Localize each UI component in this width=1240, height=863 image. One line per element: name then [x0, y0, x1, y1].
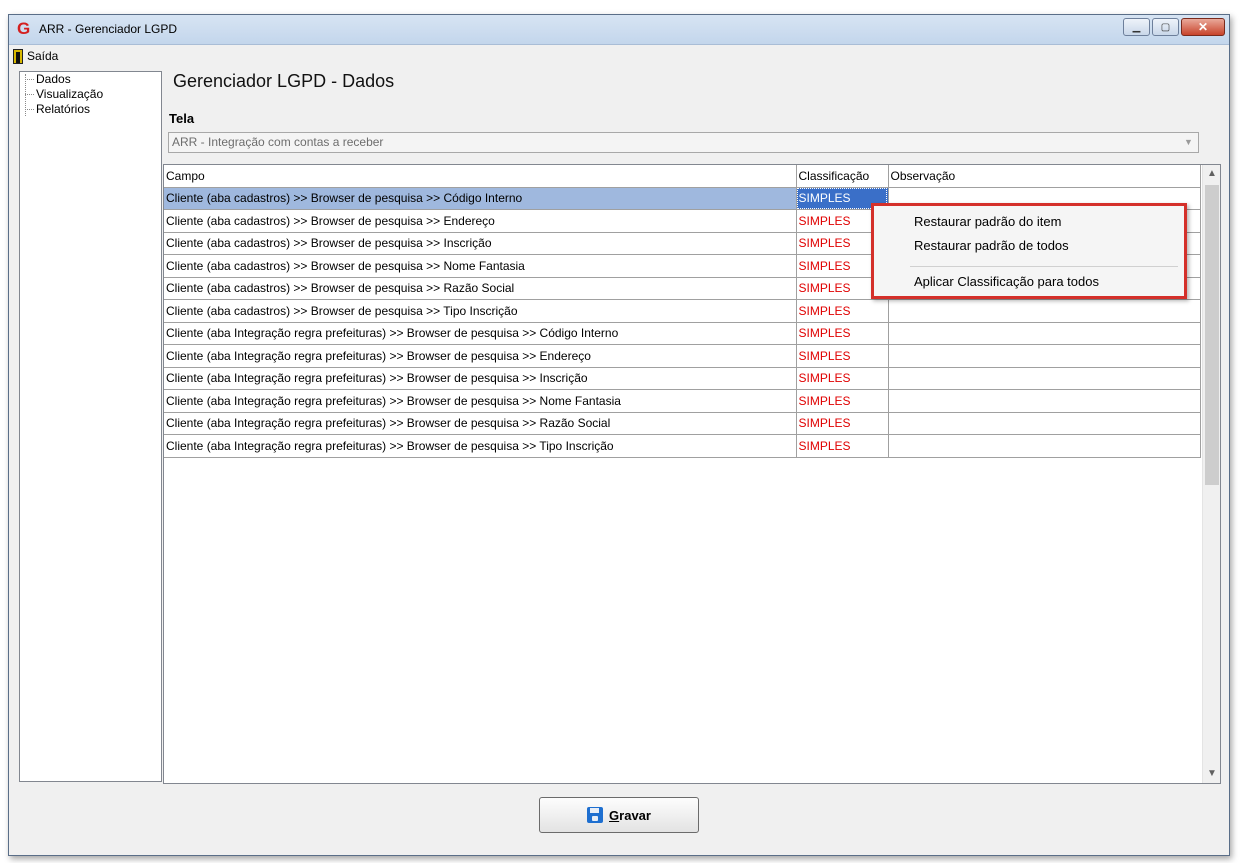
minimize-icon: ▁ [1132, 21, 1141, 33]
grid-header-row: Campo Classificação Observação [164, 165, 1201, 188]
cell-classificacao[interactable]: SIMPLES [796, 412, 889, 435]
cell-observacao[interactable] [888, 367, 1201, 390]
cell-campo[interactable]: Cliente (aba cadastros) >> Browser de pe… [164, 299, 797, 323]
table-row[interactable]: Cliente (aba Integração regra prefeitura… [164, 412, 1201, 435]
window-title: ARR - Gerenciador LGPD [39, 22, 178, 36]
table-row[interactable]: Cliente (aba cadastros) >> Browser de pe… [164, 299, 1201, 323]
page-title: Gerenciador LGPD - Dados [173, 71, 395, 91]
cell-campo[interactable]: Cliente (aba Integração regra prefeitura… [164, 389, 797, 413]
menu-exit-label: Saída [27, 49, 59, 63]
chevron-up-icon[interactable]: ▲ [1203, 165, 1220, 183]
sidebar-item-label: Visualização [36, 87, 104, 101]
column-header-observacao[interactable]: Observação [888, 165, 1201, 188]
app-window: G ARR - Gerenciador LGPD ▁ ▢ ✕ Saída Dad… [8, 14, 1230, 856]
cell-classificacao[interactable]: SIMPLES [796, 299, 889, 323]
cell-campo[interactable]: Cliente (aba cadastros) >> Browser de pe… [164, 232, 797, 255]
cell-classificacao[interactable]: SIMPLES [796, 434, 889, 458]
sidebar-item-label: Relatórios [36, 102, 91, 116]
cell-campo[interactable]: Cliente (aba Integração regra prefeitura… [164, 434, 797, 458]
menu-bar: Saída [9, 46, 1229, 66]
title-bar[interactable]: G ARR - Gerenciador LGPD ▁ ▢ ✕ [9, 15, 1229, 45]
close-icon: ✕ [1197, 20, 1209, 34]
floppy-disk-icon [587, 807, 604, 823]
context-menu-restore-item[interactable]: Restaurar padrão do item [914, 212, 1061, 232]
table-row[interactable]: Cliente (aba Integração regra prefeitura… [164, 322, 1201, 345]
cell-observacao[interactable] [888, 434, 1201, 458]
table-row[interactable]: Cliente (aba Integração regra prefeitura… [164, 434, 1201, 458]
cell-campo[interactable]: Cliente (aba cadastros) >> Browser de pe… [164, 209, 797, 233]
scrollbar-thumb[interactable] [1205, 185, 1219, 485]
sidebar-tree: Dados Visualização Relatórios [19, 71, 162, 782]
menu-exit[interactable]: Saída [9, 48, 59, 64]
cell-campo[interactable]: Cliente (aba Integração regra prefeitura… [164, 344, 797, 368]
cell-classificacao[interactable]: SIMPLES [796, 322, 889, 345]
exit-door-icon [13, 48, 23, 64]
tela-label: Tela [169, 111, 195, 126]
maximize-button[interactable]: ▢ [1152, 18, 1179, 36]
context-menu-separator [910, 266, 1178, 267]
context-menu-apply-all[interactable]: Aplicar Classificação para todos [914, 272, 1099, 292]
context-menu-label: Restaurar padrão do item [914, 214, 1062, 229]
table-row[interactable]: Cliente (aba Integração regra prefeitura… [164, 344, 1201, 368]
chevron-down-icon[interactable]: ▼ [1203, 765, 1220, 783]
cell-classificacao[interactable]: SIMPLES [796, 344, 889, 368]
cell-campo[interactable]: Cliente (aba cadastros) >> Browser de pe… [164, 187, 797, 210]
cell-observacao[interactable] [888, 389, 1201, 413]
cell-campo[interactable]: Cliente (aba Integração regra prefeitura… [164, 367, 797, 390]
save-label-rest: ravar [619, 807, 651, 823]
context-menu-label: Aplicar Classificação para todos [914, 274, 1099, 289]
context-menu: Restaurar padrão do item Restaurar padrã… [871, 203, 1187, 299]
cell-observacao[interactable] [888, 344, 1201, 368]
cell-observacao[interactable] [888, 299, 1201, 323]
cell-campo[interactable]: Cliente (aba cadastros) >> Browser de pe… [164, 277, 797, 300]
cell-classificacao[interactable]: SIMPLES [796, 367, 889, 390]
cell-campo[interactable]: Cliente (aba Integração regra prefeitura… [164, 322, 797, 345]
app-logo-icon: G [17, 19, 31, 38]
footer-bar: Gravar [9, 785, 1229, 855]
window-controls: ▁ ▢ ✕ [1123, 18, 1225, 38]
sidebar-item-dados[interactable]: Dados [20, 72, 161, 87]
table-row[interactable]: Cliente (aba Integração regra prefeitura… [164, 389, 1201, 413]
cell-classificacao[interactable]: SIMPLES [796, 389, 889, 413]
column-header-campo[interactable]: Campo [164, 165, 797, 188]
dropdown-arrow-icon[interactable]: ▼ [1180, 134, 1197, 151]
minimize-button[interactable]: ▁ [1123, 18, 1150, 36]
vertical-scrollbar[interactable]: ▲ ▼ [1202, 165, 1220, 783]
cell-observacao[interactable] [888, 322, 1201, 345]
sidebar-item-visualizacao[interactable]: Visualização [20, 87, 161, 102]
cell-campo[interactable]: Cliente (aba cadastros) >> Browser de pe… [164, 254, 797, 278]
table-row[interactable]: Cliente (aba Integração regra prefeitura… [164, 367, 1201, 390]
maximize-icon: ▢ [1160, 21, 1171, 33]
cell-observacao[interactable] [888, 412, 1201, 435]
close-button[interactable]: ✕ [1181, 18, 1225, 36]
sidebar-item-label: Dados [36, 72, 71, 86]
column-header-classificacao[interactable]: Classificação [796, 165, 889, 188]
sidebar-item-relatorios[interactable]: Relatórios [20, 102, 161, 117]
context-menu-restore-all[interactable]: Restaurar padrão de todos [914, 236, 1069, 256]
tela-combobox[interactable]: ARR - Integração com contas a receber ▼ [168, 132, 1199, 153]
save-accelerator: G [609, 807, 620, 823]
cell-campo[interactable]: Cliente (aba Integração regra prefeitura… [164, 412, 797, 435]
save-button[interactable]: Gravar [539, 797, 699, 833]
tela-combobox-value: ARR - Integração com contas a receber [172, 135, 384, 149]
context-menu-label: Restaurar padrão de todos [914, 238, 1069, 253]
save-button-label: Gravar [609, 808, 651, 823]
